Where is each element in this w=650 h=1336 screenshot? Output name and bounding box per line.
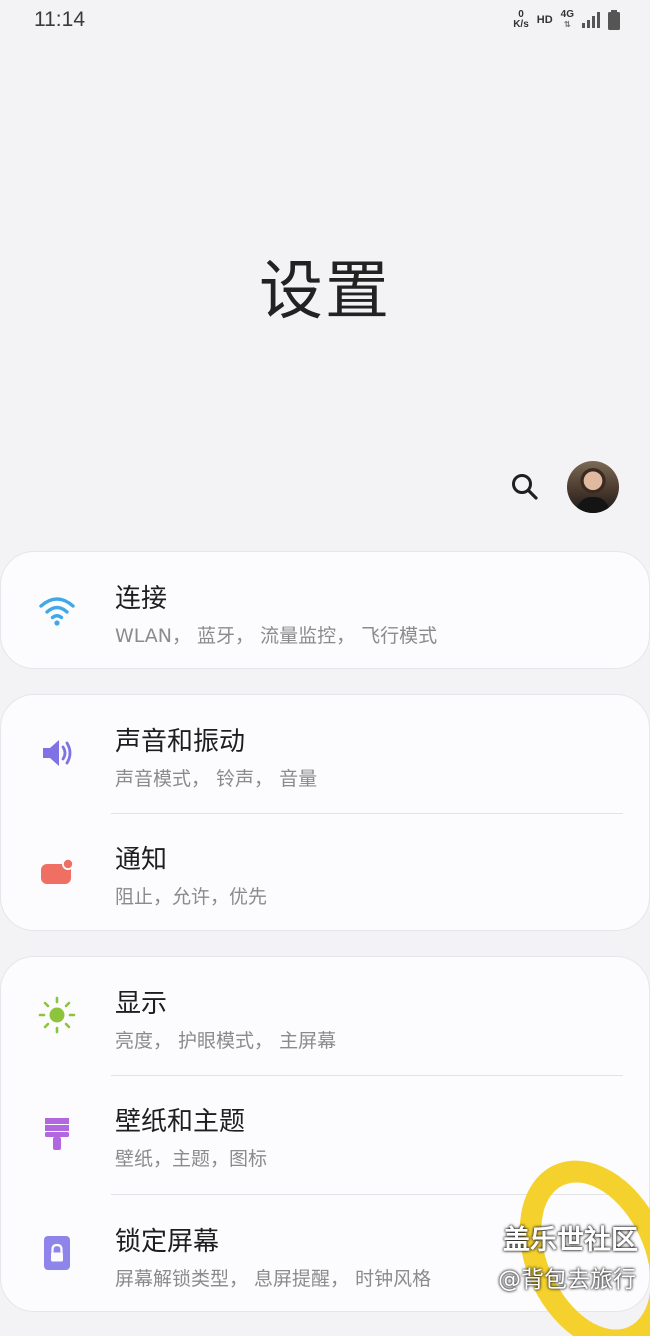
lock-icon xyxy=(37,1233,77,1273)
paintbrush-icon xyxy=(37,1114,77,1154)
data-arrows-icon: ⇅ xyxy=(563,20,571,29)
brightness-icon xyxy=(37,995,77,1035)
settings-item-sound[interactable]: 声音和振动 声音模式， 铃声， 音量 xyxy=(1,695,650,813)
hd-indicator: HD xyxy=(536,14,553,26)
network-type: 4G ⇅ xyxy=(560,9,574,30)
status-icons: 0 K/s HD 4G ⇅ xyxy=(513,8,620,32)
signal-icon xyxy=(582,12,600,28)
settings-item-title: 锁定屏幕 xyxy=(115,1227,220,1257)
settings-group-display: 显示 亮度， 护眼模式， 主屏幕 壁纸和主题 壁纸，主题，图标 锁定屏幕 屏幕解… xyxy=(0,956,650,1312)
settings-item-lock-screen[interactable]: 锁定屏幕 屏幕解锁类型， 息屏提醒， 时钟风格 xyxy=(1,1195,650,1313)
avatar[interactable] xyxy=(567,461,619,513)
status-time: 11:14 xyxy=(34,8,85,31)
settings-screen: 11:14 0 K/s HD 4G ⇅ 设置 连接 WLAN， 蓝牙， 流量监控… xyxy=(0,0,650,1336)
settings-item-subtitle: 壁纸，主题，图标 xyxy=(115,1148,268,1170)
settings-item-title: 声音和振动 xyxy=(115,727,246,757)
settings-item-wallpaper-themes[interactable]: 壁纸和主题 壁纸，主题，图标 xyxy=(1,1076,650,1194)
settings-item-connections[interactable]: 连接 WLAN， 蓝牙， 流量监控， 飞行模式 xyxy=(1,552,650,670)
search-icon xyxy=(512,474,538,500)
settings-group-connections: 连接 WLAN， 蓝牙， 流量监控， 飞行模式 xyxy=(0,551,650,669)
settings-item-subtitle: 亮度， 护眼模式， 主屏幕 xyxy=(115,1030,337,1052)
status-bar: 11:14 0 K/s HD 4G ⇅ xyxy=(0,0,650,40)
settings-item-notifications[interactable]: 通知 阻止，允许，优先 xyxy=(1,814,650,932)
network-speed: 0 K/s xyxy=(513,9,529,30)
search-button[interactable] xyxy=(506,468,544,506)
settings-item-title: 显示 xyxy=(115,989,168,1019)
battery-icon xyxy=(608,10,620,30)
speaker-icon xyxy=(37,733,77,773)
wifi-icon xyxy=(37,591,77,631)
settings-item-subtitle: 声音模式， 铃声， 音量 xyxy=(115,768,318,790)
settings-item-subtitle: 阻止，允许，优先 xyxy=(115,886,268,908)
settings-item-subtitle: 屏幕解锁类型， 息屏提醒， 时钟风格 xyxy=(115,1268,432,1290)
settings-item-title: 壁纸和主题 xyxy=(115,1107,246,1137)
settings-item-subtitle: WLAN， 蓝牙， 流量监控， 飞行模式 xyxy=(115,625,438,647)
settings-group-sound-notifications: 声音和振动 声音模式， 铃声， 音量 通知 阻止，允许，优先 xyxy=(0,694,650,931)
settings-item-title: 连接 xyxy=(115,584,168,614)
page-title: 设置 xyxy=(259,255,391,329)
settings-item-display[interactable]: 显示 亮度， 护眼模式， 主屏幕 xyxy=(1,957,650,1075)
settings-item-title: 通知 xyxy=(115,845,168,875)
notification-icon xyxy=(37,852,77,892)
